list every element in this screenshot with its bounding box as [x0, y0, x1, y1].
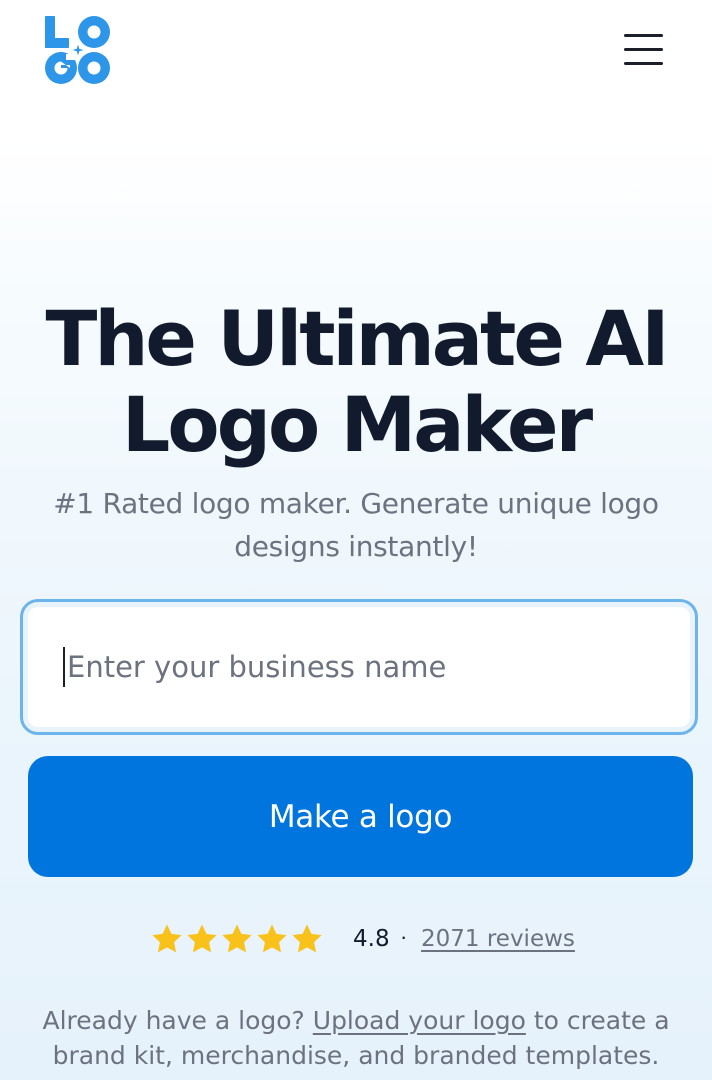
- text-caret: [63, 647, 65, 687]
- star-rating: [150, 922, 325, 958]
- hamburger-menu-icon-bar: [624, 62, 663, 65]
- star-icon: [222, 924, 252, 953]
- hero-subtitle: #1 Rated logo maker. Generate unique log…: [53, 487, 659, 563]
- business-name-input[interactable]: [28, 607, 690, 727]
- hamburger-menu-icon-bar: [624, 48, 663, 51]
- make-a-logo-button[interactable]: Make a logo: [28, 756, 693, 877]
- star-icon: [292, 924, 322, 953]
- rating-score: 4.8: [353, 926, 390, 952]
- rating-summary: 4.8 · 2071 reviews: [0, 918, 712, 962]
- business-name-field: [20, 599, 698, 735]
- upload-prompt-prefix: Already have a logo?: [42, 1006, 305, 1035]
- hamburger-menu-button[interactable]: [620, 30, 666, 70]
- hero-title: The Ultimate AI Logo Maker: [0, 296, 712, 468]
- rating-separator: ·: [400, 924, 408, 949]
- reviews-link[interactable]: 2071 reviews: [421, 926, 575, 952]
- star-icon: [152, 924, 182, 953]
- hero-title-line-1: The Ultimate AI: [45, 294, 669, 383]
- site-header: [0, 0, 712, 100]
- upload-logo-link[interactable]: Upload your logo: [313, 1006, 526, 1035]
- hero-title-line-2: Logo Maker: [121, 380, 593, 469]
- logo-icon: [45, 16, 110, 84]
- hamburger-menu-icon-bar: [624, 34, 663, 37]
- star-icon: [257, 924, 287, 953]
- site-logo[interactable]: [44, 14, 112, 86]
- star-icon: [187, 924, 217, 953]
- upload-prompt: Already have a logo? Upload your logo to…: [20, 1003, 692, 1073]
